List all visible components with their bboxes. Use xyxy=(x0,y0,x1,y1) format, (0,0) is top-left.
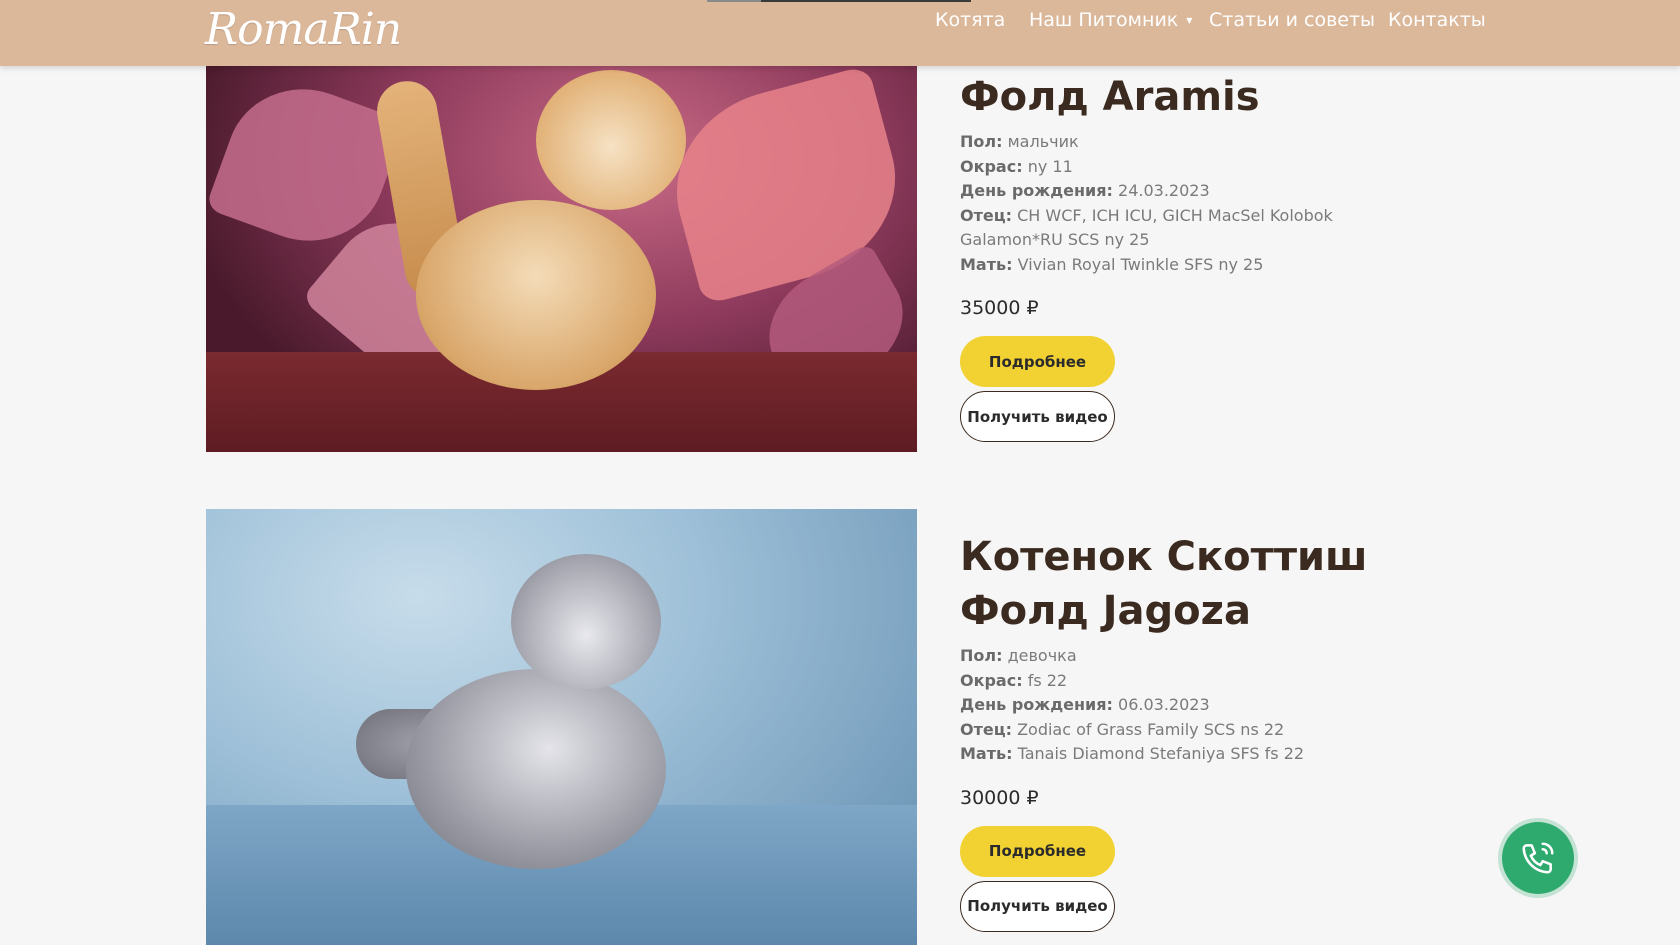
attr-value: CH WCF, ICH ICU, GICH MacSel Kolobok Gal… xyxy=(960,205,1333,250)
details-button[interactable]: Подробнее xyxy=(960,825,1115,877)
kitten-price: 35000 ₽ xyxy=(960,297,1039,319)
attr-mother: Мать: Vivian Royal Twinkle SFS ny 25 xyxy=(960,253,1440,278)
kitten-price: 30000 ₽ xyxy=(960,786,1039,809)
attr-label: Пол: xyxy=(960,132,1003,151)
attr-value: 06.03.2023 xyxy=(1118,695,1210,714)
attr-value: fs 22 xyxy=(1027,670,1068,690)
kitten-photo[interactable] xyxy=(206,509,917,945)
nav-articles[interactable]: Статьи и советы xyxy=(1209,9,1375,31)
attr-father: Отец: Zodiac of Grass Family SCS ns 22 xyxy=(960,718,1440,743)
attr-label: День рождения: xyxy=(960,181,1113,200)
attr-birthday: День рождения: 06.03.2023 xyxy=(960,693,1440,718)
attr-value: Vivian Royal Twinkle SFS ny 25 xyxy=(1017,254,1264,274)
get-video-button[interactable]: Получить видео xyxy=(960,391,1115,442)
attr-color: Окрас: fs 22 xyxy=(960,669,1440,694)
kitten-info: Фолд Aramis Пол: мальчик Окрас: ny 11 Де… xyxy=(960,70,1440,442)
kitten-title: Фолд Aramis xyxy=(960,74,1260,120)
nav-cattery-label: Наш Питомник xyxy=(1029,9,1179,31)
kitten-title: Котенок Скоттиш Фолд Jagoza xyxy=(960,530,1440,638)
attr-label: Отец: xyxy=(960,205,1012,225)
phone-icon xyxy=(1522,842,1554,874)
kitten-body xyxy=(406,669,666,869)
kitten-title-line: Котенок Скоттиш xyxy=(960,534,1368,580)
attr-label: Пол: xyxy=(960,646,1003,665)
attr-label: Мать: xyxy=(960,744,1013,763)
details-button[interactable]: Подробнее xyxy=(960,336,1115,387)
attr-sex: Пол: девочка xyxy=(960,644,1440,669)
attr-value: Zodiac of Grass Family SCS ns 22 xyxy=(1017,719,1285,739)
kitten-attributes: Пол: мальчик Окрас: ny 11 День рождения:… xyxy=(960,130,1440,277)
kitten-head xyxy=(536,70,686,210)
attr-value: Tanais Diamond Stefaniya SFS fs 22 xyxy=(1017,744,1305,763)
nav-cattery[interactable]: Наш Питомник ▼ xyxy=(1029,9,1192,31)
scroll-progress xyxy=(707,0,971,2)
kitten-body xyxy=(416,200,656,390)
attr-label: День рождения: xyxy=(960,695,1113,714)
kitten-info: Котенок Скоттиш Фолд Jagoza Пол: девочка… xyxy=(960,530,1440,932)
kitten-attributes: Пол: девочка Окрас: fs 22 День рождения:… xyxy=(960,644,1440,767)
attr-label: Отец: xyxy=(960,719,1012,739)
nav-kittens[interactable]: Котята xyxy=(935,9,1005,31)
site-logo[interactable]: RomaRin xyxy=(205,4,402,55)
kitten-head xyxy=(511,554,661,689)
call-button[interactable] xyxy=(1502,822,1574,894)
chevron-down-icon: ▼ xyxy=(1186,15,1193,25)
attr-value: ny 11 xyxy=(1027,156,1073,176)
kitten-title-line: Фолд Jagoza xyxy=(960,588,1251,634)
nav-contacts[interactable]: Контакты xyxy=(1388,9,1486,31)
attr-mother: Мать: Tanais Diamond Stefaniya SFS fs 22 xyxy=(960,742,1440,767)
attr-value: девочка xyxy=(1007,646,1077,665)
attr-value: 24.03.2023 xyxy=(1118,181,1210,200)
attr-label: Мать: xyxy=(960,254,1013,274)
site-header: RomaRin Котята Наш Питомник ▼ Статьи и с… xyxy=(0,0,1680,66)
attr-father: Отец: CH WCF, ICH ICU, GICH MacSel Kolob… xyxy=(960,204,1440,253)
get-video-button[interactable]: Получить видео xyxy=(960,880,1115,932)
attr-label: Окрас: xyxy=(960,156,1023,176)
attr-birthday: День рождения: 24.03.2023 xyxy=(960,179,1440,204)
kitten-photo[interactable] xyxy=(206,0,917,452)
attr-value: мальчик xyxy=(1007,132,1079,151)
attr-color: Окрас: ny 11 xyxy=(960,155,1440,180)
attr-label: Окрас: xyxy=(960,670,1023,690)
attr-sex: Пол: мальчик xyxy=(960,130,1440,155)
